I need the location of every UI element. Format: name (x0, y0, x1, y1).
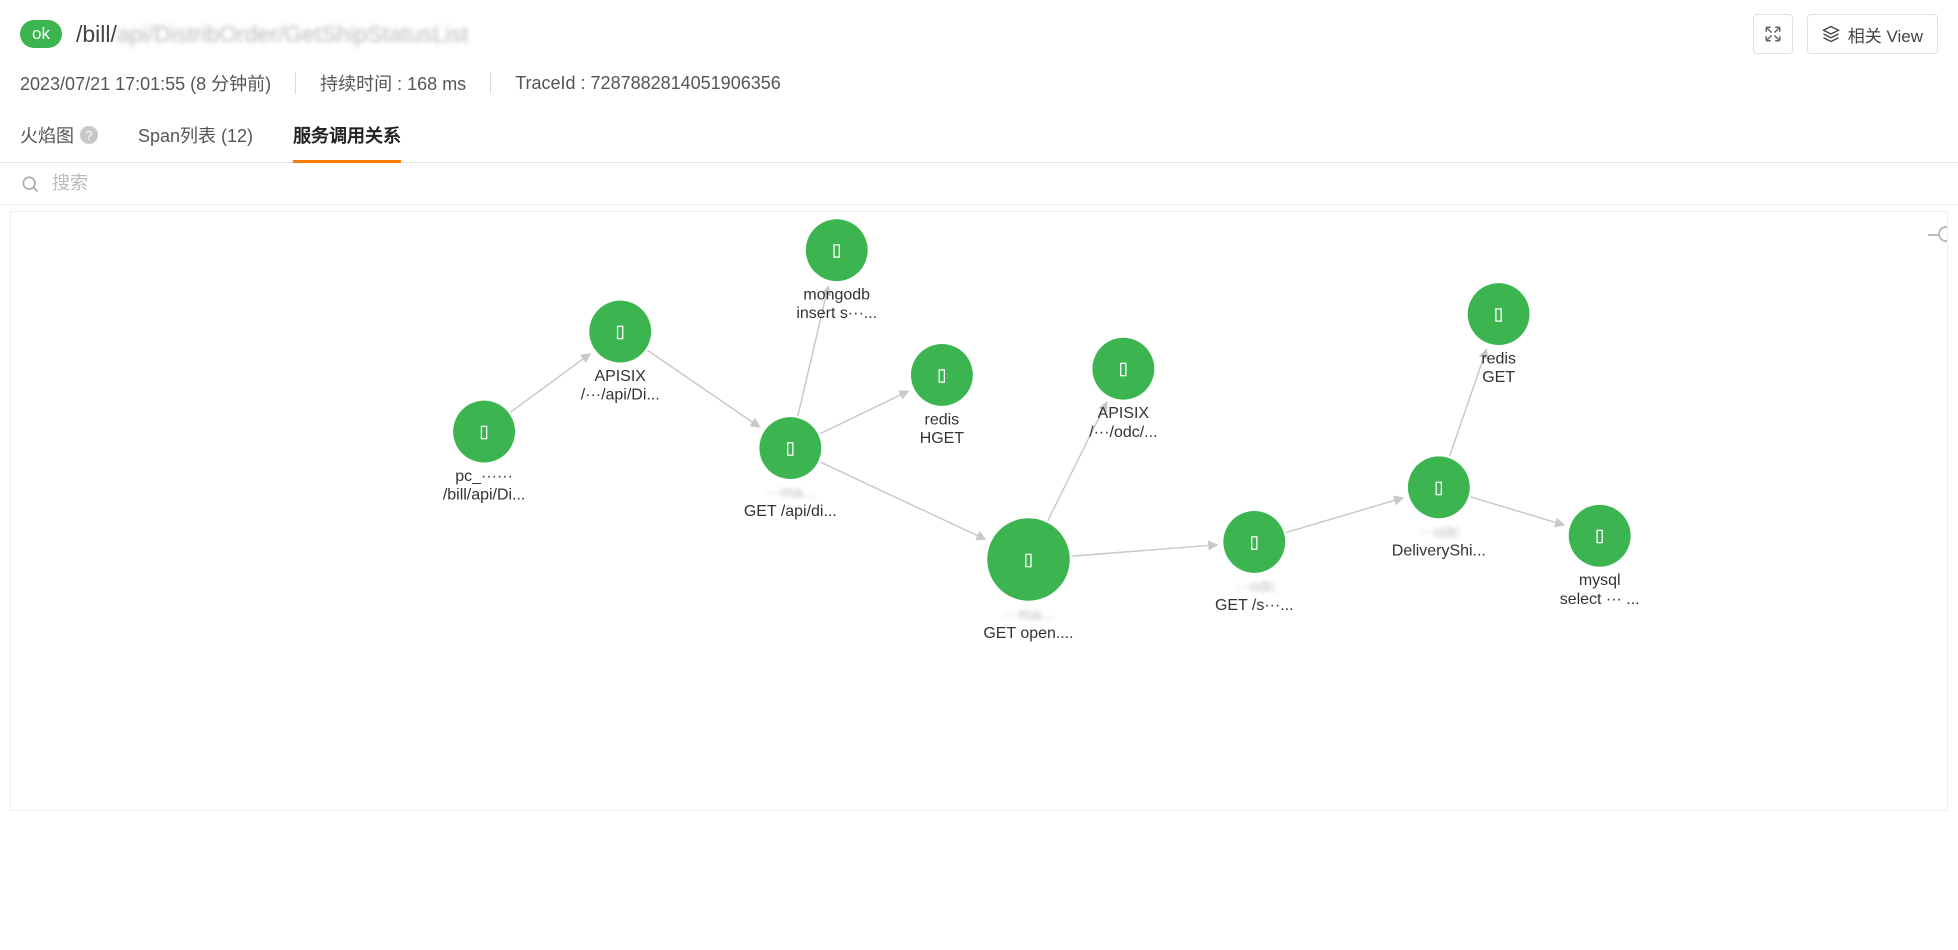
edge (1072, 545, 1218, 556)
edge (511, 354, 591, 412)
search-icon (20, 174, 40, 194)
graph-node-billma2[interactable]: ▯ ···ma... GET open.... (983, 518, 1073, 642)
related-view-button[interactable]: 相关 View (1807, 14, 1938, 54)
duration: 持续时间 : 168 ms (320, 70, 490, 96)
graph-node-apisix2[interactable]: ▯ APISIX /···/odc/... (1089, 338, 1157, 441)
svg-text:insert s···...: insert s···... (796, 305, 877, 322)
graph-node-redis_hget[interactable]: ▯ redis HGET (911, 344, 973, 447)
header: ok /bill/api/DistribOrder/GetShipStatusL… (0, 0, 1958, 60)
graph-node-mongodb[interactable]: ▯ mongodbinsert s···... (796, 219, 877, 322)
tab-service-label: 服务调用关系 (293, 122, 401, 148)
svg-text:redis: redis (1481, 351, 1516, 368)
related-view-label: 相关 View (1848, 22, 1923, 47)
graph-canvas[interactable]: ▯ pc_······ /bill/api/Di... ▯ APISIX /···/api… (10, 211, 1948, 811)
graph-node-apisix1[interactable]: ▯ APISIX /···/api/Di... (581, 301, 660, 404)
svg-text:▯: ▯ (1022, 546, 1036, 572)
svg-text:APISIX: APISIX (1098, 405, 1150, 422)
svg-text:▯: ▯ (477, 419, 491, 445)
svg-text:GET /s···...: GET /s···... (1215, 597, 1294, 614)
svg-text:/···/odc/...: /···/odc/... (1089, 424, 1157, 441)
svg-text:▯: ▯ (1117, 356, 1131, 382)
graph-node-odc2[interactable]: ▯ ···odcDeliveryShi... (1392, 456, 1486, 559)
svg-text:▯: ▯ (613, 319, 627, 345)
edge (1470, 497, 1564, 525)
graph-node-odc1[interactable]: ▯ ···odc GET /s···... (1215, 511, 1294, 614)
help-icon[interactable]: ? (80, 126, 98, 144)
trace-id: TraceId : 7287882814051906356 (515, 73, 805, 94)
svg-text:/bill/api/Di...: /bill/api/Di... (443, 487, 526, 504)
svg-text:▯: ▯ (1432, 474, 1446, 500)
expand-button[interactable] (1753, 14, 1793, 54)
layers-icon (1822, 25, 1840, 43)
svg-text:···ma...: ···ma... (1003, 606, 1054, 623)
edge (647, 350, 759, 427)
title-prefix: /bill/ (76, 21, 117, 48)
svg-text:redis: redis (925, 411, 960, 428)
search-input[interactable] (40, 173, 1938, 194)
svg-text:▯: ▯ (1247, 529, 1261, 555)
tab-flame-graph[interactable]: 火焰图 ? (20, 112, 98, 163)
svg-text:GET: GET (1482, 369, 1515, 386)
svg-text:▯: ▯ (935, 362, 949, 388)
graph-node-redis_get[interactable]: ▯ redisGET (1468, 283, 1530, 386)
svg-text:mysql: mysql (1579, 572, 1621, 589)
page-title: /bill/api/DistribOrder/GetShipStatusList (76, 21, 468, 48)
tab-service-graph[interactable]: 服务调用关系 (293, 112, 401, 163)
fit-handle-icon[interactable] (1938, 226, 1948, 242)
title-blurred: api/DistribOrder/GetShipStatusList (117, 21, 469, 48)
svg-text:▯: ▯ (1593, 523, 1607, 549)
edge (820, 391, 908, 434)
expand-icon (1764, 25, 1782, 43)
svg-text:GET /api/di...: GET /api/di... (744, 503, 837, 520)
graph-node-mysql[interactable]: ▯ mysql select ··· ... (1560, 505, 1640, 608)
svg-text:▯: ▯ (830, 237, 844, 263)
timestamp: 2023/07/21 17:01:55 (8 分钟前) (20, 70, 295, 96)
svg-text:pc_······: pc_······ (455, 468, 513, 485)
svg-text:···ma...: ···ma... (765, 485, 816, 502)
svg-text:GET open....: GET open.... (983, 625, 1073, 642)
edge (1286, 498, 1403, 533)
svg-text:▯: ▯ (1492, 301, 1506, 327)
tab-flame-label: 火焰图 (20, 122, 74, 148)
svg-text:select ··· ...: select ··· ... (1560, 591, 1640, 608)
svg-text:/···/api/Di...: /···/api/Di... (581, 387, 660, 404)
svg-text:···odc: ···odc (1418, 524, 1460, 541)
svg-text:HGET: HGET (920, 430, 965, 447)
svg-text:APISIX: APISIX (594, 368, 646, 385)
svg-text:▯: ▯ (783, 435, 797, 461)
tab-span-list[interactable]: Span列表 (12) (138, 112, 253, 163)
edge (820, 462, 985, 539)
svg-text:mongodb: mongodb (803, 287, 870, 304)
svg-text:DeliveryShi...: DeliveryShi... (1392, 542, 1486, 559)
graph-node-pc[interactable]: ▯ pc_······ /bill/api/Di... (443, 401, 526, 504)
meta-row: 2023/07/21 17:01:55 (8 分钟前) 持续时间 : 168 m… (0, 60, 1958, 112)
status-badge: ok (20, 20, 62, 48)
search-bar (0, 163, 1958, 205)
tabs: 火焰图 ? Span列表 (12) 服务调用关系 (0, 112, 1958, 163)
svg-text:···odc: ···odc (1233, 578, 1275, 595)
tab-span-label: Span列表 (12) (138, 122, 253, 148)
